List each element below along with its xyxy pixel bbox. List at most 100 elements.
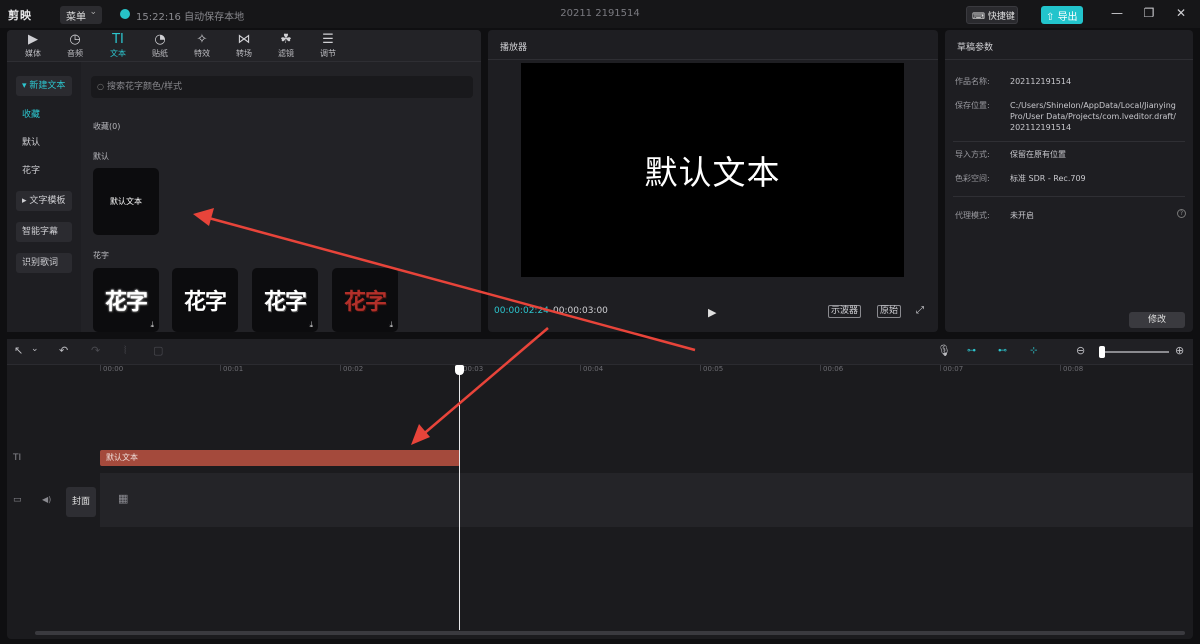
shortcuts-button[interactable]: ⌨ 快捷键 bbox=[966, 6, 1018, 24]
search-input[interactable]: ○ 搜索花字颜色/样式 bbox=[91, 76, 473, 98]
total-timecode: 00:00:03:00 bbox=[553, 306, 608, 316]
divider bbox=[953, 196, 1185, 197]
sidebar-item-auto-captions[interactable]: 智能字幕 bbox=[16, 222, 72, 242]
sidebar-item-lyrics[interactable]: 识别歌词 bbox=[16, 253, 72, 273]
sidebar-item-default[interactable]: 默认 bbox=[16, 133, 72, 153]
transition-icon: ⋈ bbox=[237, 32, 251, 47]
playhead[interactable] bbox=[459, 365, 460, 630]
timeline-toolbar: ↖ ⌄ ↶ ↷ ⦚ ▢ 🎙 ⊶ ⊷ ⊹ ⊖ ⊕ bbox=[7, 339, 1193, 365]
text-content-area: ○ 搜索花字颜色/样式 收藏(0) 默认 默认文本 花字 花字 ⤓ 花字 花字 ⤓ 花… bbox=[81, 62, 481, 332]
film-icon: ▦ bbox=[118, 492, 129, 505]
restore-icon[interactable]: ❐ bbox=[1142, 6, 1156, 20]
redo-icon[interactable]: ↷ bbox=[91, 344, 100, 357]
prop-value-location: C:/Users/Shinelon/AppData/Local/Jianying… bbox=[1010, 101, 1176, 132]
autosave-status: 15:22:16 自动保存本地 bbox=[136, 12, 245, 23]
help-icon[interactable]: ? bbox=[1177, 209, 1186, 218]
horizontal-scrollbar[interactable] bbox=[35, 631, 1185, 635]
sidebar-item-new-text[interactable]: ▾ 新建文本 bbox=[16, 76, 72, 96]
fullscreen-icon[interactable]: ⤢ bbox=[916, 305, 924, 316]
text-clip[interactable]: 默认文本 bbox=[100, 450, 460, 466]
search-icon: ○ bbox=[97, 82, 104, 91]
sidebar-item-fancy[interactable]: 花字 bbox=[16, 161, 72, 181]
linkage-icon[interactable]: ⊹ bbox=[1030, 346, 1038, 356]
download-icon: ⤓ bbox=[309, 320, 313, 329]
prop-value-proxy: 未开启 bbox=[1010, 211, 1034, 220]
tab-filter[interactable]: ☘ 滤镜 bbox=[269, 32, 303, 59]
original-ratio-button[interactable]: 原始 bbox=[877, 305, 902, 318]
sidebar-item-text-template[interactable]: ▸ 文字模板 bbox=[16, 191, 72, 211]
tab-media[interactable]: ▶ 媒体 bbox=[16, 32, 50, 59]
mute-icon[interactable]: ◀) bbox=[42, 495, 51, 504]
title-bar: 剪映 菜单 ⌄ 15:22:16 自动保存本地 20211 2191514 ⌨ 快… bbox=[0, 0, 1200, 28]
fancy-card-4[interactable]: 花字 ⤓ bbox=[332, 268, 398, 332]
ruler-label: 00:00 bbox=[103, 365, 124, 373]
play-icon[interactable]: ▶ bbox=[708, 306, 716, 319]
default-text-card[interactable]: 默认文本 bbox=[93, 168, 159, 235]
split-icon[interactable]: ⦚ bbox=[124, 344, 126, 358]
adjust-icon: ☰ bbox=[322, 32, 334, 47]
zoom-slider-track[interactable] bbox=[1099, 351, 1169, 353]
autosave-check-icon bbox=[120, 9, 130, 19]
ruler-label: 00:06 bbox=[823, 365, 844, 373]
sidebar-item-favorites[interactable]: 收藏 bbox=[16, 105, 72, 125]
fancy-card-3[interactable]: 花字 ⤓ bbox=[252, 268, 318, 332]
media-icon: ▶ bbox=[28, 32, 38, 47]
tab-adjust[interactable]: ☰ 调节 bbox=[311, 32, 345, 59]
time-ruler[interactable]: 00:00 00:01 00:02 00:03 00:04 00:05 00:0… bbox=[7, 365, 1193, 379]
cover-button[interactable]: 封面 bbox=[66, 487, 96, 517]
sticker-icon: ◔ bbox=[154, 32, 166, 47]
close-icon[interactable]: ✕ bbox=[1174, 6, 1188, 20]
menu-button[interactable]: 菜单 ⌄ bbox=[60, 6, 102, 24]
zoom-out-icon[interactable]: ⊖ bbox=[1076, 344, 1085, 357]
tab-effects[interactable]: ✧ 特效 bbox=[185, 32, 219, 59]
auto-snap-icon[interactable]: ⊷ bbox=[998, 346, 1007, 356]
favorites-heading: 收藏(0) bbox=[93, 122, 121, 131]
props-title: 草稿参数 bbox=[945, 30, 1193, 60]
tab-transition[interactable]: ⋈ 转场 bbox=[227, 32, 261, 59]
app-logo: 剪映 bbox=[8, 9, 32, 22]
current-timecode: 00:00:02:24 bbox=[494, 306, 549, 316]
filter-icon: ☘ bbox=[280, 32, 292, 47]
undo-icon[interactable]: ↶ bbox=[59, 344, 68, 357]
main-video-track[interactable]: ▦ bbox=[100, 473, 1193, 527]
download-icon: ⤓ bbox=[150, 320, 154, 329]
preview-screen[interactable]: 默认文本 bbox=[521, 63, 904, 277]
preview-text: 默认文本 bbox=[644, 153, 781, 192]
tab-sticker[interactable]: ◔ 贴纸 bbox=[143, 32, 177, 59]
prop-value-import: 保留在原有位置 bbox=[1010, 150, 1066, 159]
minimize-icon[interactable]: — bbox=[1110, 6, 1124, 20]
effects-icon: ✧ bbox=[196, 32, 208, 47]
fancy-card-2[interactable]: 花字 bbox=[172, 268, 238, 332]
ruler-label: 00:03 bbox=[463, 365, 484, 373]
ruler-label: 00:02 bbox=[343, 365, 364, 373]
draft-properties-panel: 草稿参数 作品名称: 202112191514 保存位置: C:/Users/S… bbox=[945, 30, 1193, 332]
prop-key-proxy: 代理模式: bbox=[955, 211, 990, 220]
player-title: 播放器 bbox=[488, 30, 938, 60]
tab-audio[interactable]: ◷ 音频 bbox=[58, 32, 92, 59]
video-track-icon[interactable]: ▭ bbox=[13, 495, 22, 505]
zoom-slider-handle[interactable] bbox=[1099, 346, 1105, 358]
ruler-label: 00:01 bbox=[223, 365, 244, 373]
timeline-panel: ↖ ⌄ ↶ ↷ ⦚ ▢ 🎙 ⊶ ⊷ ⊹ ⊖ ⊕ 00:00 00:01 00:0… bbox=[7, 339, 1193, 639]
fancy-card-1[interactable]: 花字 ⤓ bbox=[93, 268, 159, 332]
zoom-in-icon[interactable]: ⊕ bbox=[1175, 344, 1184, 357]
export-button[interactable]: ⇧ 导出 bbox=[1041, 6, 1083, 24]
prop-key-location: 保存位置: bbox=[955, 101, 990, 110]
text-side-nav: ▾ 新建文本 收藏 默认 花字 ▸ 文字模板 智能字幕 识别歌词 bbox=[7, 62, 80, 332]
chevron-down-icon: ⌄ bbox=[89, 7, 97, 17]
divider bbox=[953, 141, 1185, 142]
delete-icon[interactable]: ▢ bbox=[153, 344, 163, 357]
chevron-down-icon[interactable]: ⌄ bbox=[31, 344, 39, 354]
main-track-magnet-icon[interactable]: ⊶ bbox=[967, 346, 976, 356]
prop-key-import: 导入方式: bbox=[955, 150, 990, 159]
prop-value-colorspace: 标准 SDR - Rec.709 bbox=[1010, 174, 1086, 183]
project-title: 20211 2191514 bbox=[560, 8, 640, 19]
oscilloscope-button[interactable]: 示波器 bbox=[828, 305, 862, 318]
audio-icon: ◷ bbox=[69, 32, 81, 47]
tab-text[interactable]: TI 文本 bbox=[101, 32, 135, 59]
playhead-handle[interactable] bbox=[455, 365, 464, 375]
microphone-icon[interactable]: 🎙 bbox=[937, 344, 951, 357]
select-tool-icon[interactable]: ↖ bbox=[14, 344, 23, 357]
player-panel: 播放器 默认文本 00:00:02:24 00:00:03:00 ▶ 示波器 原… bbox=[488, 30, 938, 332]
modify-button[interactable]: 修改 bbox=[1129, 312, 1185, 328]
